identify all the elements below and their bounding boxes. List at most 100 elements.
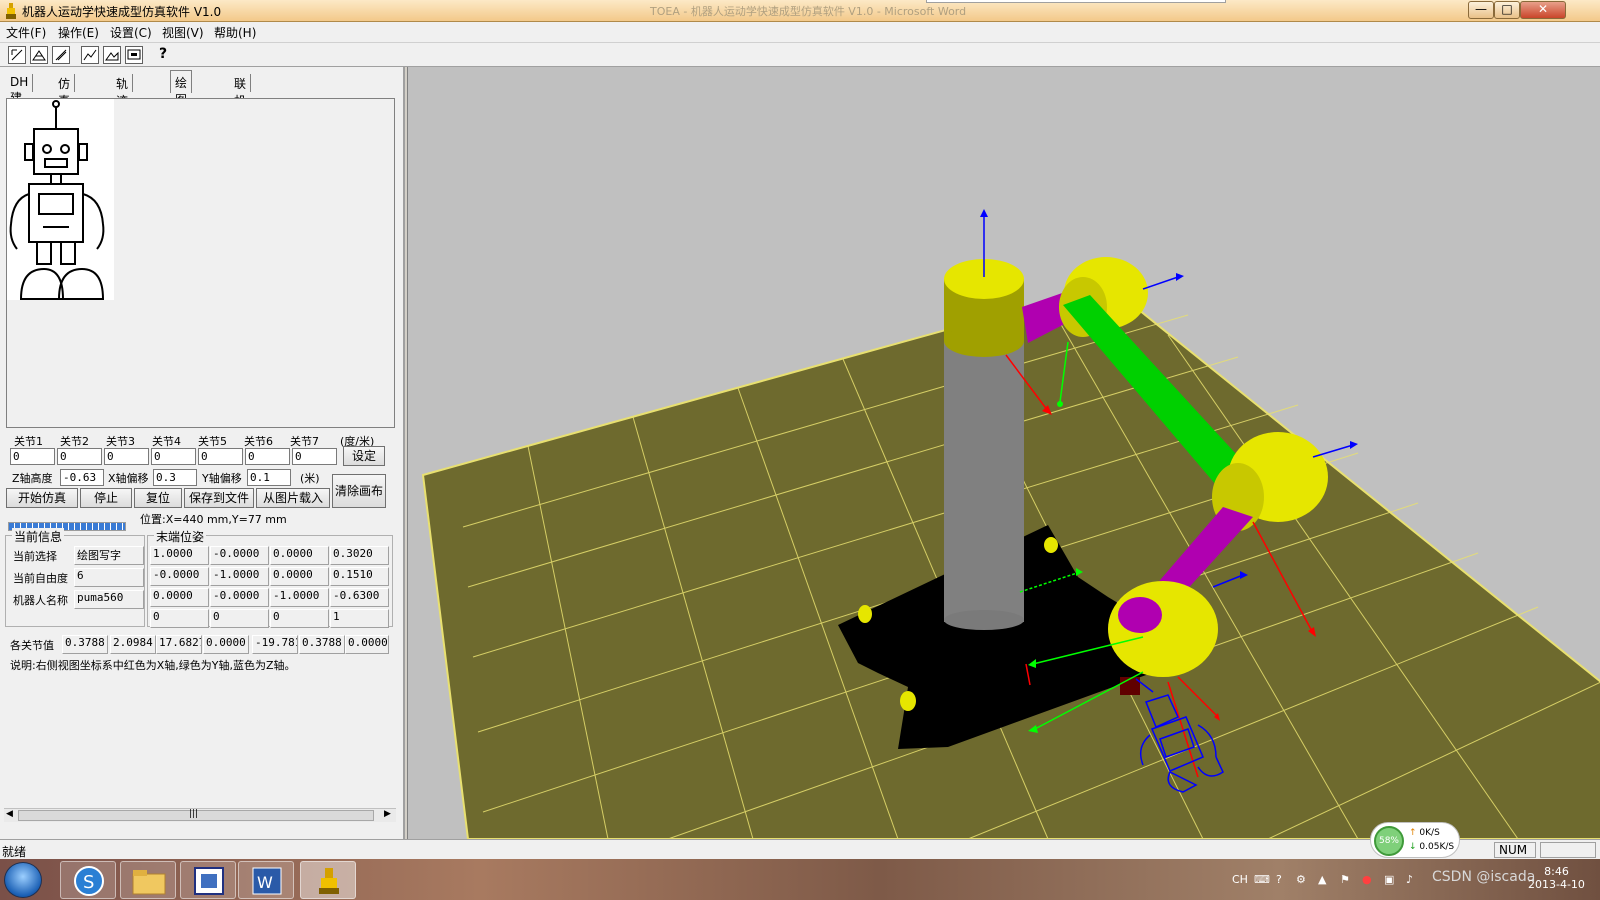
current-info-title: 当前信息	[12, 528, 65, 545]
taskbar-robot-sim[interactable]	[300, 861, 356, 899]
pose-cell: -0.0000	[210, 588, 269, 607]
joint-values-label: 各关节值	[10, 639, 54, 652]
joint7-input[interactable]: 0	[292, 448, 337, 465]
pose-cell: 0	[210, 609, 269, 628]
volume-icon[interactable]: ♪	[1406, 873, 1413, 886]
offset-unit-label: (米)	[300, 472, 320, 485]
joint-value-cell: 17.6827	[156, 635, 202, 654]
y-offset-label: Y轴偏移	[202, 472, 242, 485]
current-selection-label: 当前选择	[13, 550, 57, 563]
pose-cell: -1.0000	[210, 567, 269, 586]
scroll-right-arrow-icon[interactable]: ▶	[384, 809, 391, 819]
joint-value-cell: 0.0000	[203, 635, 249, 654]
help-button[interactable]: ?	[154, 46, 172, 64]
close-button[interactable]: ✕	[1520, 1, 1566, 19]
joint-value-cell: 2.0984	[110, 635, 156, 654]
pose-cell: -1.0000	[270, 588, 329, 607]
menu-view[interactable]: 视图(V)	[162, 24, 204, 41]
maximize-button[interactable]: □	[1494, 1, 1520, 19]
pose-cell: -0.0000	[150, 567, 209, 586]
image-button[interactable]	[103, 46, 121, 64]
taskbar-word[interactable]: W	[238, 861, 294, 899]
network-speed-widget[interactable]: 58% ↑ 0K/S ↓ 0.05K/S	[1370, 822, 1460, 858]
joint3-input[interactable]: 0	[104, 448, 149, 465]
menu-settings[interactable]: 设置(C)	[110, 24, 152, 41]
tab-dh-modeling[interactable]: DH建模	[6, 74, 34, 122]
show-hidden-icons-icon[interactable]: ▲	[1318, 873, 1326, 886]
x-offset-input[interactable]: 0.3	[153, 469, 197, 486]
robot-name-value: puma560	[74, 590, 144, 609]
taskbar-app[interactable]	[180, 861, 236, 899]
joint4-input[interactable]: 0	[151, 448, 196, 465]
taskbar-sogou[interactable]: S	[60, 861, 116, 899]
joint-value-cell: 0.0000	[345, 635, 389, 654]
start-button[interactable]	[4, 862, 42, 898]
horizontal-scrollbar[interactable]: ◀ ||| ▶	[4, 808, 396, 822]
input-language-indicator[interactable]: CH	[1232, 873, 1248, 886]
pose-cell: 0.0000	[150, 588, 209, 607]
csdn-watermark: CSDN @iscada	[1432, 869, 1536, 885]
clock-time: 8:46	[1544, 865, 1569, 878]
y-offset-input[interactable]: 0.1	[247, 469, 291, 486]
joint5-input[interactable]: 0	[198, 448, 243, 465]
chart-icon	[83, 49, 97, 61]
joint3-header: 关节3	[106, 435, 135, 448]
keyboard-icon[interactable]: ⌨	[1254, 873, 1270, 886]
image-icon	[105, 51, 119, 61]
reset-button[interactable]: 复位	[134, 488, 182, 508]
wrist-link-end	[1118, 597, 1162, 633]
joint2-input[interactable]: 0	[57, 448, 102, 465]
edit-doc-icon	[55, 49, 67, 61]
tab-simulation-teach[interactable]: 仿真示教	[54, 74, 76, 142]
minimize-button[interactable]: —	[1468, 1, 1494, 19]
stop-button[interactable]: 停止	[80, 488, 132, 508]
base-bolt	[858, 605, 872, 623]
scrollbar-grip: |||	[189, 809, 199, 819]
menu-bar: 文件(F) 操作(E) 设置(C) 视图(V) 帮助(H)	[0, 22, 1600, 42]
open-doc-button[interactable]	[30, 46, 48, 64]
chart-button[interactable]	[81, 46, 99, 64]
help-tray-icon[interactable]: ?	[1276, 873, 1282, 886]
clear-canvas-button[interactable]: 清除画布	[332, 474, 386, 508]
tray-settings-icon[interactable]: ⚙	[1296, 873, 1306, 886]
system-clock[interactable]: 8:46 2013-4-10	[1528, 865, 1585, 891]
menu-operation[interactable]: 操作(E)	[58, 24, 99, 41]
shoulder-joint-bottom	[944, 325, 1024, 357]
column-bottom	[944, 610, 1024, 630]
robot-drawing-image	[7, 99, 114, 300]
scroll-left-arrow-icon[interactable]: ◀	[6, 809, 13, 819]
set-joints-button[interactable]: 设定	[343, 446, 385, 466]
svg-text:W: W	[257, 873, 273, 892]
joint-value-cell: 0.3788	[299, 635, 345, 654]
tab-online-control[interactable]: 联机控制	[230, 74, 252, 142]
tab-trajectory[interactable]: 轨迹规划	[112, 74, 134, 142]
current-dof-label: 当前自由度	[13, 572, 68, 585]
menu-help[interactable]: 帮助(H)	[214, 24, 256, 41]
scrollbar-thumb[interactable]: |||	[18, 809, 374, 821]
control-panel: DH建模 仿真示教 轨迹规划 绘图写字 联机控制	[0, 67, 405, 839]
drawing-canvas[interactable]	[6, 98, 395, 428]
save-to-file-button[interactable]: 保存到文件	[184, 488, 254, 508]
title-bar[interactable]: 机器人运动学快速成型仿真软件 V1.0 TOEA - 机器人运动学快速成型仿真软…	[0, 0, 1600, 22]
pose-cell: -0.6300	[330, 588, 389, 607]
position-readout: 位置:X=440 mm,Y=77 mm	[140, 513, 287, 526]
taskbar-explorer[interactable]	[120, 861, 176, 899]
menu-file[interactable]: 文件(F)	[6, 24, 46, 41]
x-offset-label: X轴偏移	[108, 472, 149, 485]
monitor-button[interactable]	[125, 46, 143, 64]
load-from-image-button[interactable]: 从图片载入	[256, 488, 330, 508]
start-simulation-button[interactable]: 开始仿真	[6, 488, 78, 508]
help-icon: ?	[158, 46, 168, 62]
robot-3d-viewport[interactable]	[407, 67, 1600, 839]
joint6-input[interactable]: 0	[245, 448, 290, 465]
edit-doc-button[interactable]	[52, 46, 70, 64]
download-arrow-icon: ↓	[1409, 842, 1417, 852]
antivirus-icon[interactable]: ●	[1362, 873, 1372, 886]
base-bolt	[900, 691, 916, 711]
network-icon[interactable]: ▣	[1384, 873, 1394, 886]
new-doc-button[interactable]	[8, 46, 26, 64]
z-height-input[interactable]: -0.63	[60, 469, 104, 486]
tab-drawing[interactable]: 绘图写字	[170, 70, 193, 141]
joint1-input[interactable]: 0	[10, 448, 55, 465]
action-center-icon[interactable]: ⚑	[1340, 873, 1350, 886]
